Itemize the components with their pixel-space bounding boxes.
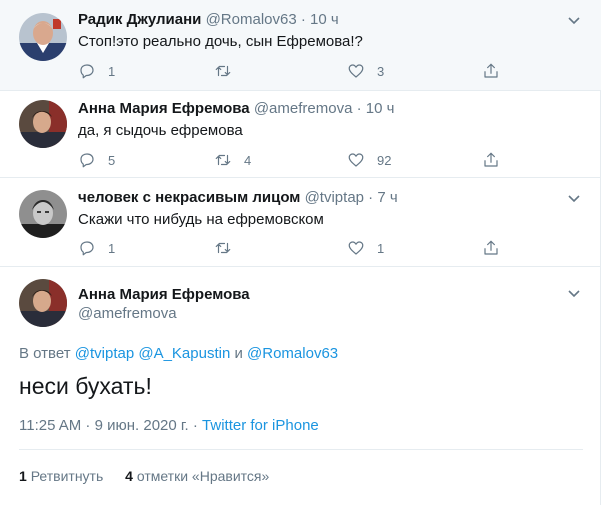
reply-context: В ответ @tviptap @A_Kapustin и @Romalov6… (19, 345, 338, 363)
tweet-time[interactable]: 10 ч (310, 11, 339, 28)
retweet-stat[interactable]: 1 Ретвитнуть (19, 468, 103, 484)
share-icon (484, 152, 498, 167)
like-count: 3 (377, 63, 385, 79)
author-name[interactable]: Анна Мария Ефремова (78, 100, 250, 117)
separator-dot: · (368, 189, 374, 206)
tweet-text: да, я сыдочь ефремова (78, 122, 243, 139)
chevron-down-icon[interactable] (567, 191, 581, 205)
like-icon (348, 241, 364, 255)
client-link[interactable]: Twitter for iPhone (202, 417, 319, 434)
like-button[interactable]: 3 (347, 61, 384, 81)
retweet-count: 4 (244, 152, 252, 168)
tweet-text: Скажи что нибудь на ефремовском (78, 211, 324, 228)
tweet-header: Радик Джулиани @Romalov63 · 10 ч (78, 11, 339, 29)
tweet-text: неси бухать! (19, 373, 152, 399)
author-handle[interactable]: @tviptap (305, 189, 364, 206)
avatar[interactable] (19, 100, 67, 148)
tweet-header: человек с некрасивым лицом @tviptap · 7 … (78, 189, 398, 207)
avatar[interactable] (19, 13, 67, 61)
share-icon (484, 63, 498, 78)
share-button[interactable] (482, 150, 500, 170)
tweet-time[interactable]: 7 ч (377, 189, 397, 206)
retweet-stat-label: Ретвитнуть (30, 468, 104, 484)
author-handle[interactable]: @amefremova (254, 100, 353, 117)
like-stat[interactable]: 4 отметки «Нравится» (125, 468, 269, 484)
reply-icon (80, 153, 94, 168)
tweet-text: Стоп!это реально дочь, сын Ефремова!? (78, 33, 363, 50)
tweet-time[interactable]: 10 ч (366, 100, 395, 117)
reply-prefix: В ответ (19, 345, 71, 362)
divider (19, 449, 583, 450)
separator-dot: · (300, 11, 306, 28)
tweet-timestamp[interactable]: 11:25 AM · 9 июн. 2020 г. · (19, 417, 198, 434)
avatar[interactable] (19, 190, 67, 238)
reply-count: 1 (108, 240, 116, 256)
chevron-down-icon[interactable] (567, 13, 581, 27)
author-handle[interactable]: @amefremova (78, 305, 177, 323)
tweet-stats: 1 Ретвитнуть 4 отметки «Нравится» (19, 467, 269, 485)
avatar[interactable] (19, 279, 67, 327)
author-handle[interactable]: @Romalov63 (206, 11, 297, 28)
reply-button[interactable]: 1 (78, 238, 115, 258)
like-icon (348, 64, 364, 78)
separator-dot: · (356, 100, 362, 117)
tweet-meta: 11:25 AM · 9 июн. 2020 г. · Twitter for … (19, 417, 319, 435)
mention-link[interactable]: @tviptap (75, 345, 134, 362)
like-icon (348, 153, 364, 167)
reply-tweet[interactable]: Радик Джулиани @Romalov63 · 10 ч Стоп!эт… (0, 0, 601, 91)
tweet-actions: 1 3 (78, 61, 498, 81)
mention-link[interactable]: @Romalov63 (247, 345, 338, 362)
retweet-total: 1 (19, 468, 27, 484)
like-total: 4 (125, 468, 133, 484)
retweet-button[interactable]: 4 (214, 150, 251, 170)
reply-count: 5 (108, 152, 116, 168)
tweet-actions: 1 1 (78, 238, 498, 258)
tweet-header: Анна Мария Ефремова @amefremova · 10 ч (78, 100, 394, 118)
retweet-icon (215, 154, 231, 166)
tweet-actions: 5 4 92 (78, 150, 498, 170)
author-name[interactable]: Радик Джулиани (78, 11, 201, 28)
like-count: 1 (377, 240, 385, 256)
like-stat-label: отметки «Нравится» (136, 468, 270, 484)
reply-tweet[interactable]: человек с некрасивым лицом @tviptap · 7 … (0, 178, 601, 267)
reply-tweet[interactable]: Анна Мария Ефремова @amefremova · 10 ч д… (0, 91, 601, 178)
reply-button[interactable]: 5 (78, 150, 115, 170)
reply-icon (80, 241, 94, 256)
like-button[interactable]: 92 (347, 150, 391, 170)
reply-icon (80, 64, 94, 79)
retweet-button[interactable] (214, 238, 244, 258)
mention-link[interactable]: @A_Kapustin (138, 345, 230, 362)
like-button[interactable]: 1 (347, 238, 384, 258)
author-name[interactable]: человек с некрасивым лицом (78, 189, 300, 206)
reply-button[interactable]: 1 (78, 61, 115, 81)
share-icon (484, 240, 498, 255)
share-button[interactable] (482, 238, 500, 258)
chevron-down-icon[interactable] (567, 286, 581, 300)
focused-tweet: Анна Мария Ефремова @amefremova В ответ … (0, 267, 601, 505)
reply-count: 1 (108, 63, 116, 79)
retweet-icon (215, 242, 231, 254)
like-count: 92 (377, 152, 392, 168)
retweet-icon (215, 65, 231, 77)
author-name[interactable]: Анна Мария Ефремова (78, 286, 250, 304)
conversation-panel: Радик Джулиани @Romalov63 · 10 ч Стоп!эт… (0, 0, 601, 505)
reply-conjunction: и (234, 345, 243, 362)
share-button[interactable] (482, 61, 500, 81)
retweet-button[interactable] (214, 61, 244, 81)
